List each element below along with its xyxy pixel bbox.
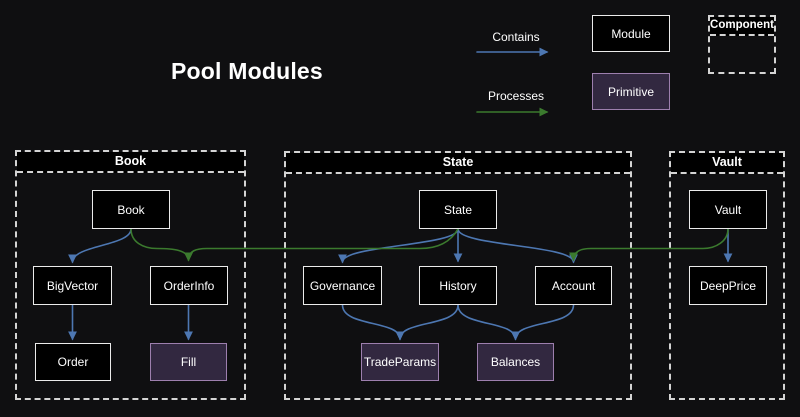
node-fill-label: Fill	[181, 355, 196, 369]
edge-contains-history-tradeparams	[400, 305, 458, 339]
node-vault: Vault	[689, 190, 767, 229]
legend-component-label: Component	[710, 17, 774, 36]
edge-contains-account-balances	[516, 305, 574, 339]
node-fill: Fill	[150, 343, 227, 381]
node-history: History	[419, 266, 497, 305]
legend-component-box: Component	[708, 15, 776, 74]
node-deepprice: DeepPrice	[689, 266, 767, 305]
node-state: State	[419, 190, 497, 229]
node-order: Order	[35, 343, 111, 381]
node-tradeparams-label: TradeParams	[364, 355, 436, 369]
node-orderinfo: OrderInfo	[150, 266, 228, 305]
node-order-label: Order	[58, 355, 89, 369]
node-account: Account	[535, 266, 612, 305]
node-bigvector-label: BigVector	[47, 279, 98, 293]
edge-processes-vault-account	[574, 229, 729, 260]
edge-processes-book-orderinfo	[131, 229, 189, 260]
legend-primitive-box: Primitive	[592, 73, 670, 110]
node-history-label: History	[439, 279, 476, 293]
node-tradeparams: TradeParams	[361, 343, 439, 381]
edge-contains-history-balances	[458, 305, 516, 339]
node-account-label: Account	[552, 279, 595, 293]
legend-module-label: Module	[611, 27, 650, 41]
node-state-label: State	[444, 203, 472, 217]
node-book: Book	[92, 190, 170, 229]
node-governance-label: Governance	[310, 279, 375, 293]
diagram-canvas: Pool Modules Contains Processes Module P…	[0, 0, 800, 417]
node-orderinfo-label: OrderInfo	[164, 279, 215, 293]
edge-contains-governance-tradeparams	[343, 305, 401, 339]
node-book-label: Book	[117, 203, 144, 217]
node-balances-label: Balances	[491, 355, 540, 369]
node-bigvector: BigVector	[33, 266, 112, 305]
node-balances: Balances	[477, 343, 554, 381]
node-deepprice-label: DeepPrice	[700, 279, 756, 293]
legend-primitive-label: Primitive	[608, 85, 654, 99]
edge-contains-state-account	[458, 229, 574, 262]
node-vault-label: Vault	[715, 203, 741, 217]
edge-contains-book-bigvector	[73, 229, 132, 262]
legend-module-box: Module	[592, 15, 670, 52]
node-governance: Governance	[303, 266, 382, 305]
edge-processes-state-orderinfo	[189, 229, 459, 260]
